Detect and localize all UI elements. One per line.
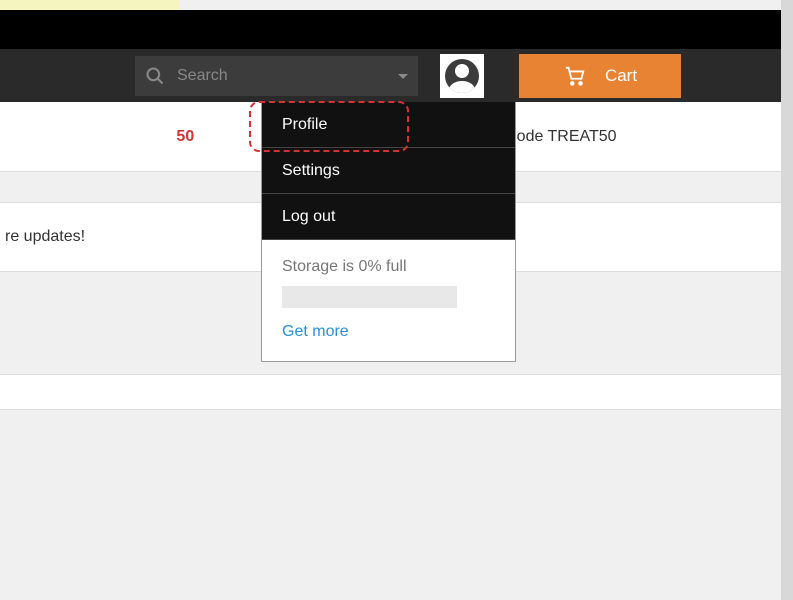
- chevron-down-icon[interactable]: [398, 74, 408, 79]
- search-icon: [145, 66, 165, 86]
- updates-text: re updates!: [5, 228, 85, 246]
- menu-item-label: Log out: [282, 208, 335, 226]
- menu-item-settings[interactable]: Settings: [262, 148, 515, 194]
- top-strip: [0, 0, 180, 10]
- white-strip: [0, 374, 793, 410]
- scrollbar-track[interactable]: [781, 0, 793, 600]
- toolbar: Cart: [0, 49, 793, 102]
- menu-item-label: Profile: [282, 116, 327, 134]
- search-input[interactable]: [177, 67, 398, 85]
- user-dropdown-menu: Profile Settings Log out Storage is 0% f…: [261, 102, 516, 362]
- cart-label: Cart: [605, 66, 637, 86]
- menu-item-profile[interactable]: Profile: [262, 102, 515, 148]
- avatar-button[interactable]: [440, 54, 484, 98]
- cart-button[interactable]: Cart: [519, 54, 681, 98]
- storage-progress-bar: [282, 286, 457, 308]
- cart-icon: [563, 65, 587, 87]
- menu-item-label: Settings: [282, 162, 340, 180]
- promo-red-prefix: 50: [176, 128, 194, 145]
- promo-code: code TREAT50: [504, 128, 616, 145]
- get-more-link[interactable]: Get more: [282, 323, 495, 341]
- storage-section: Storage is 0% full Get more: [262, 240, 515, 361]
- search-container[interactable]: [135, 56, 418, 96]
- menu-item-logout[interactable]: Log out: [262, 194, 515, 240]
- avatar-icon: [445, 59, 479, 93]
- storage-label: Storage is 0% full: [282, 258, 495, 276]
